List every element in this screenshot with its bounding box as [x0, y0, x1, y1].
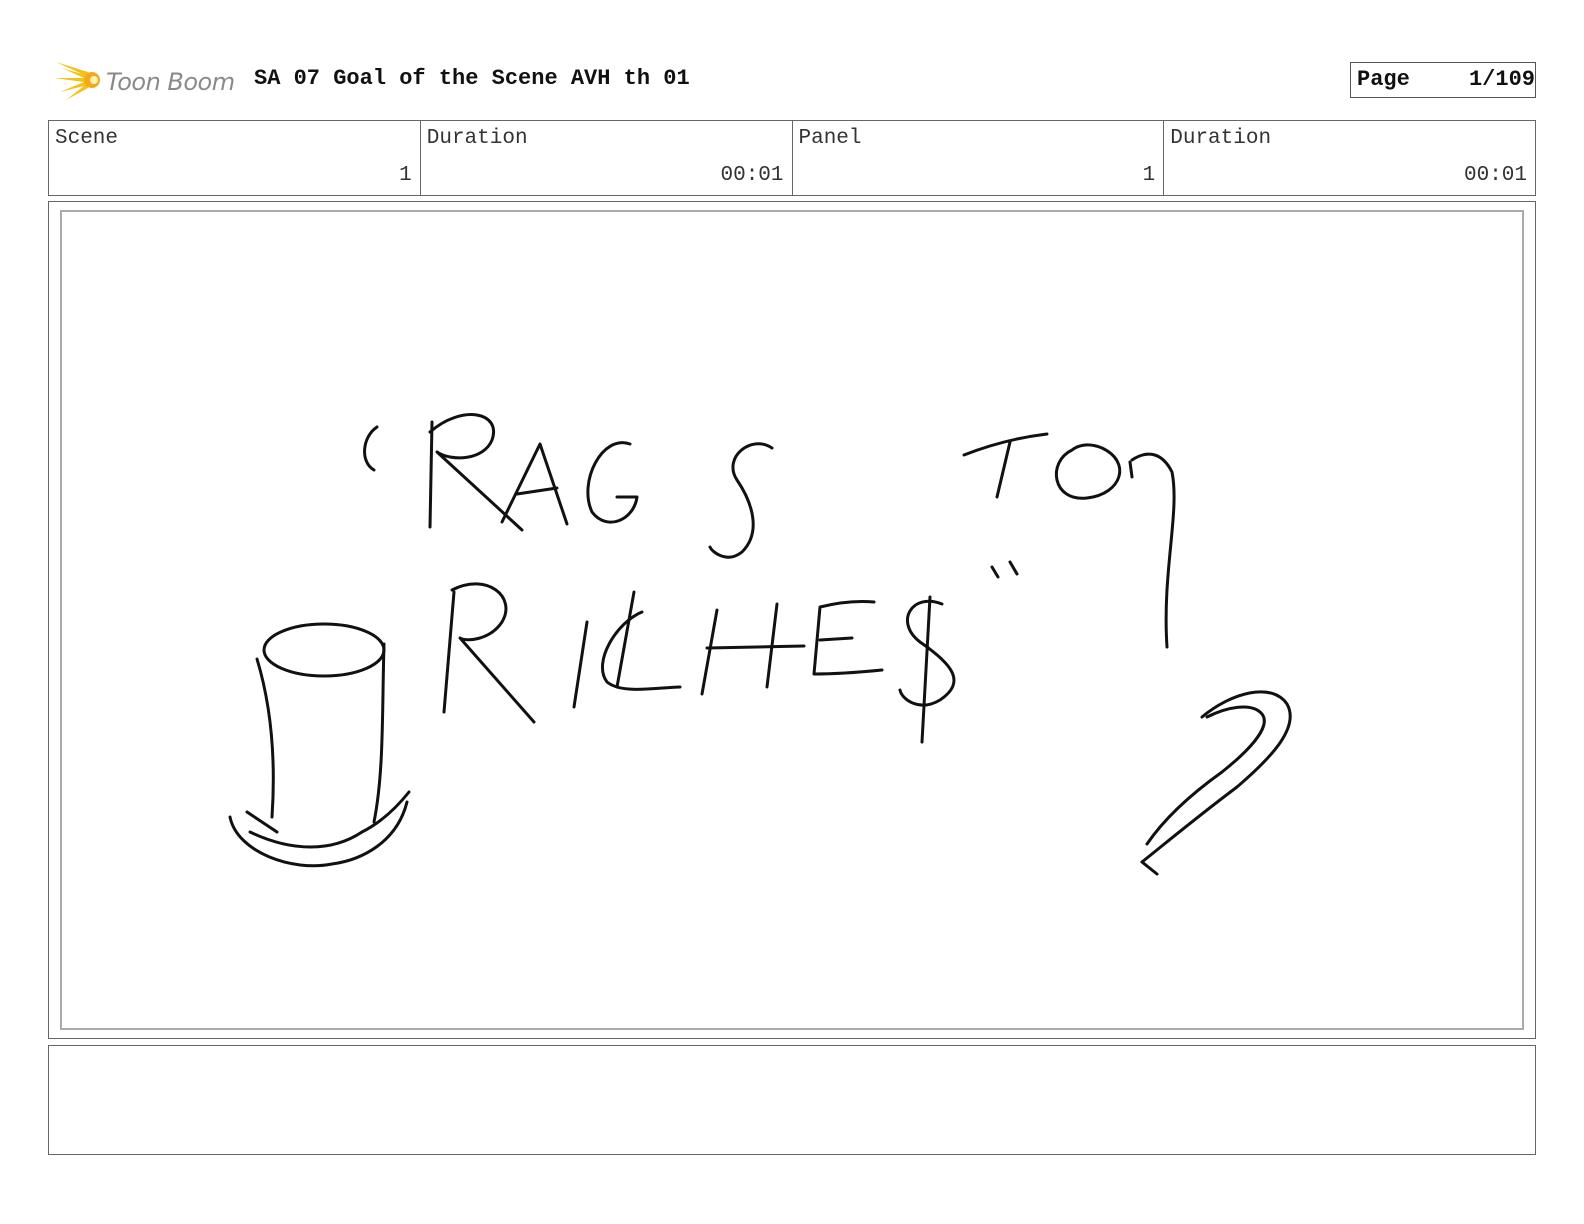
- panel-duration-cell: Duration 00:01: [1164, 121, 1535, 195]
- panel-duration-label: Duration: [1170, 127, 1272, 150]
- panel-drawing-area: [60, 210, 1524, 1030]
- scene-info-row: Scene 1 Duration 00:01 Panel 1 Duration …: [48, 120, 1536, 196]
- panel-cell: Panel 1: [793, 121, 1165, 195]
- top-hat-sketch: [228, 622, 411, 868]
- scene-label: Scene: [55, 127, 119, 150]
- scene-duration-cell: Duration 00:01: [421, 121, 793, 195]
- storyboard-panel: [48, 201, 1536, 1039]
- scene-cell: Scene 1: [49, 121, 421, 195]
- page-number: 1/109: [1468, 67, 1535, 92]
- flare-icon: [54, 62, 100, 100]
- scene-value: 1: [399, 164, 412, 187]
- panel-sketch: [228, 413, 1292, 876]
- toon-boom-logo: Toon Boom: [52, 56, 242, 104]
- page-indicator: Page 1/109: [1350, 62, 1536, 98]
- panel-notes-box: [48, 1045, 1536, 1155]
- document-title: SA 07 Goal of the Scene AVH th 01: [254, 66, 690, 91]
- scene-duration-value: 00:01: [720, 164, 784, 187]
- logo-text: Toon Boom: [106, 68, 235, 96]
- panel-label: Panel: [798, 127, 862, 150]
- panel-value: 1: [1142, 164, 1156, 187]
- scene-duration-label: Duration: [426, 127, 528, 150]
- panel-duration-value: 00:01: [1463, 164, 1527, 187]
- storyboard-header: Toon Boom SA 07 Goal of the Scene AVH th…: [48, 52, 1536, 106]
- page-label: Page: [1357, 67, 1410, 92]
- cane-sketch: [1140, 690, 1292, 876]
- sketch-lettering: [363, 413, 1176, 744]
